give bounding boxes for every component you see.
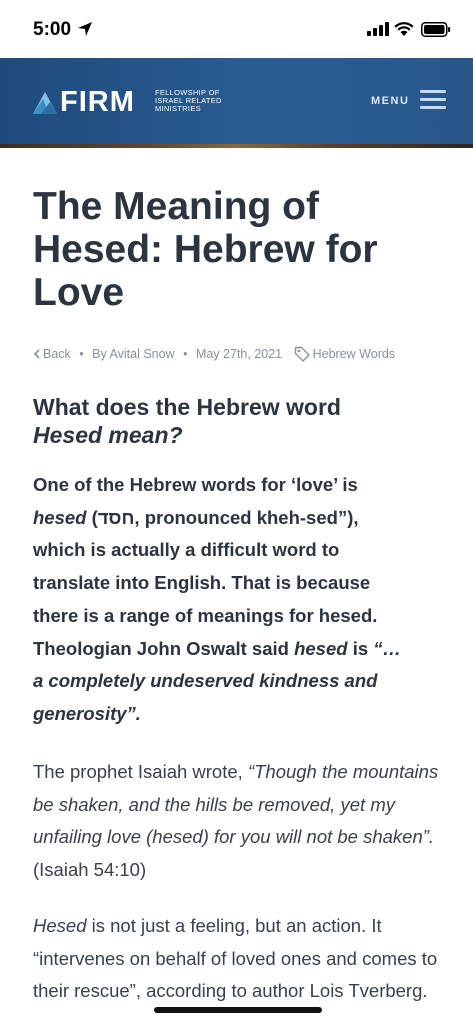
- paragraph-text: The prophet Isaiah wrote,: [33, 761, 248, 782]
- section-heading-italic: Hesed mean?: [33, 422, 183, 448]
- lead-line: a completely undeserved kindness and: [33, 665, 453, 698]
- header-image-strip: [0, 144, 473, 148]
- lead-text: is: [347, 637, 374, 659]
- section-heading-text: What does the Hebrew word: [33, 394, 341, 420]
- lead-quote: a completely undeserved kindness and: [33, 670, 378, 692]
- lead-paragraph: One of the Hebrew words for ‘love’ is he…: [33, 469, 453, 731]
- article-meta: Back • By Avital Snow • May 27th, 2021 H…: [33, 346, 453, 362]
- lead-line: there is a range of meanings for hesed.: [33, 604, 378, 626]
- tag-icon: [294, 346, 310, 362]
- title-line: Hesed: Hebrew for: [33, 228, 378, 271]
- article-title: The Meaning of Hesed: Hebrew for Love: [33, 185, 443, 314]
- lead-line: generosity”.: [33, 698, 453, 731]
- logo-wordmark[interactable]: FIRM: [60, 86, 135, 119]
- author[interactable]: By Avital Snow: [92, 347, 174, 361]
- lead-line: hesed (חסד, pronounced kheh-sed”),: [33, 502, 453, 535]
- status-bar: 5:00: [0, 0, 473, 58]
- lead-quote: “…: [373, 637, 402, 659]
- paragraph-emphasis: Hesed: [33, 915, 87, 936]
- logo-subtitle-line: Ministries: [155, 104, 201, 113]
- lead-text: Theologian John Oswalt said: [33, 637, 295, 659]
- lead-line: One of the Hebrew words for ‘love’ is: [33, 474, 358, 495]
- scripture-reference: (Isaiah 54:10): [33, 859, 147, 881]
- cellular-signal-icon: [367, 22, 389, 36]
- meta-separator: •: [79, 347, 84, 361]
- publish-date: May 27th, 2021: [195, 347, 283, 361]
- lead-quote: generosity”.: [33, 702, 141, 724]
- lead-emphasis: hesed: [33, 506, 87, 528]
- lead-text: (חסד, pronounced kheh-sed”),: [86, 506, 359, 528]
- logo-subtitle: Fellowship of Israel Related Ministries: [155, 89, 265, 113]
- chevron-left-icon[interactable]: [33, 349, 40, 359]
- home-indicator[interactable]: [154, 1007, 322, 1013]
- wifi-icon: [394, 22, 414, 36]
- category-link[interactable]: Hebrew Words: [313, 347, 395, 361]
- hamburger-menu-icon[interactable]: [420, 90, 446, 110]
- location-arrow-icon: [78, 22, 92, 36]
- body-paragraph: Hesed is not just a feeling, but an acti…: [33, 910, 453, 1008]
- title-line: The Meaning of: [33, 185, 319, 228]
- status-time: 5:00: [33, 19, 72, 40]
- section-heading: What does the Hebrew word Hesed mean?: [33, 393, 443, 449]
- firm-logo-mark-icon[interactable]: [33, 90, 57, 114]
- paragraph-text: is not just a feeling, but an action. It…: [33, 915, 438, 1002]
- back-link[interactable]: Back: [43, 347, 71, 361]
- menu-label[interactable]: MENU: [371, 95, 409, 107]
- lead-line: which is actually a difficult word to: [33, 539, 340, 561]
- meta-separator: •: [183, 347, 188, 361]
- body-paragraph: The prophet Isaiah wrote, “Though the mo…: [33, 756, 453, 887]
- lead-emphasis: hesed: [294, 637, 348, 659]
- battery-icon: [421, 22, 451, 37]
- lead-line: translate into English. That is because: [33, 572, 371, 594]
- lead-line: Theologian John Oswalt said hesed is “…: [33, 633, 453, 666]
- title-line: Love: [33, 271, 125, 314]
